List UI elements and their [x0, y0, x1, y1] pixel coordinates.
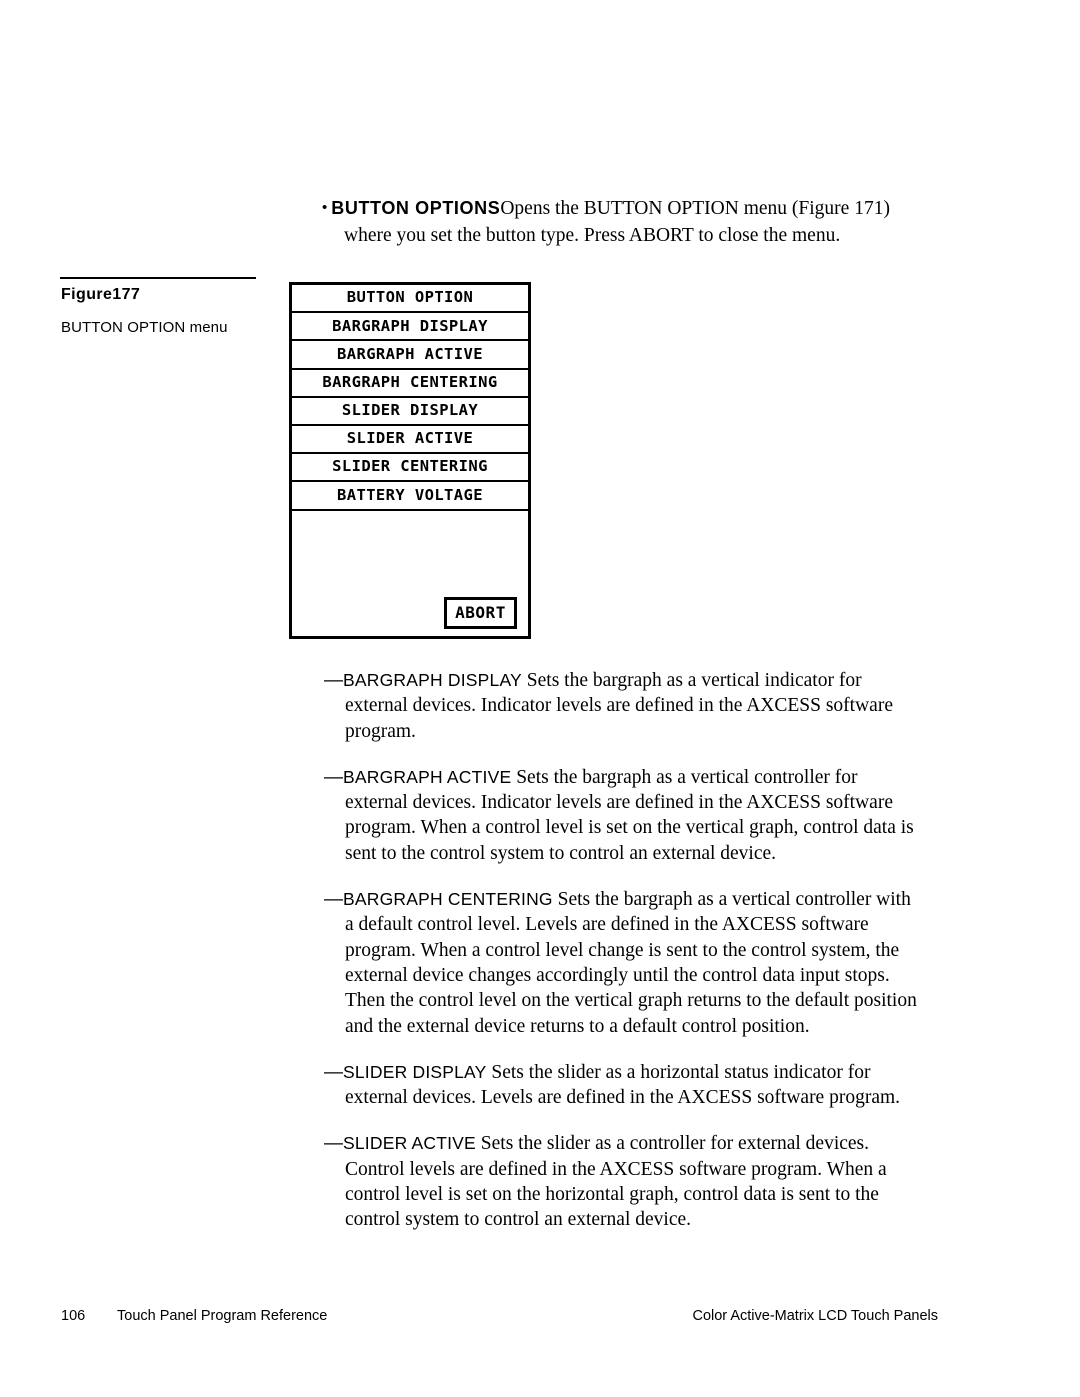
bullet-second-line: where you set the button type. Press ABO…	[344, 225, 841, 246]
definition-bargraph-active: —BARGRAPH ACTIVE Sets the bargraph as a …	[324, 765, 924, 866]
definition-list: —BARGRAPH DISPLAY Sets the bargraph as a…	[324, 668, 924, 1233]
definition-slider-display: —SLIDER DISPLAY Sets the slider as a hor…	[324, 1060, 924, 1111]
menu-item-bargraph-display[interactable]: BARGRAPH DISPLAY	[292, 313, 528, 342]
menu-item-label: SLIDER ACTIVE	[346, 429, 474, 448]
em-dash-icon: —	[324, 1133, 343, 1155]
button-options-bullet-paragraph: • BUTTON OPTIONSOpens the BUTTON OPTION m…	[322, 194, 922, 249]
definition-term: SLIDER ACTIVE	[343, 1133, 476, 1154]
em-dash-icon: —	[324, 1061, 343, 1083]
menu-item-label: BATTERY VOLTAGE	[337, 485, 483, 504]
menu-item-label: SLIDER CENTERING	[332, 457, 488, 476]
menu-item-slider-active[interactable]: SLIDER ACTIVE	[292, 426, 528, 455]
figure-number: Figure177	[61, 286, 141, 303]
menu-item-label: BARGRAPH CENTERING	[322, 372, 498, 391]
menu-item-slider-display[interactable]: SLIDER DISPLAY	[292, 398, 528, 426]
footer-page-number: 106	[61, 1308, 86, 1324]
footer-left-text: Touch Panel Program Reference	[117, 1308, 328, 1324]
definition-term: BARGRAPH ACTIVE	[343, 766, 512, 787]
menu-item-label: BUTTON OPTION	[346, 288, 474, 307]
footer-right-text: Color Active-Matrix LCD Touch Panels	[692, 1308, 938, 1324]
definition-bargraph-centering: —BARGRAPH CENTERING Sets the bargraph as…	[324, 887, 924, 1039]
button-option-menu-panel: BUTTON OPTION BARGRAPH DISPLAY BARGRAPH …	[289, 282, 531, 639]
abort-button-label: ABORT	[455, 603, 506, 622]
bullet-first-line: • BUTTON OPTIONSOpens the BUTTON OPTION m…	[322, 194, 922, 222]
menu-item-button-option[interactable]: BUTTON OPTION	[292, 285, 528, 314]
menu-item-bargraph-centering[interactable]: BARGRAPH CENTERING	[292, 370, 528, 398]
em-dash-icon: —	[324, 670, 343, 691]
em-dash-icon: —	[324, 889, 343, 911]
page-footer: 106 Touch Panel Program Reference Color …	[61, 1308, 938, 1324]
definition-term: BARGRAPH CENTERING	[343, 889, 553, 910]
em-dash-icon: —	[324, 766, 343, 788]
definition-slider-active: —SLIDER ACTIVE Sets the slider as a cont…	[324, 1131, 924, 1232]
definition-term: SLIDER DISPLAY	[343, 1061, 487, 1082]
menu-item-battery-voltage[interactable]: BATTERY VOLTAGE	[292, 482, 528, 511]
menu-item-list: BUTTON OPTION BARGRAPH DISPLAY BARGRAPH …	[292, 285, 528, 511]
bullet-first-line-text: Opens the BUTTON OPTION menu (Figure 171…	[500, 198, 890, 219]
menu-item-label: BARGRAPH ACTIVE	[337, 344, 483, 363]
menu-item-label: SLIDER DISPLAY	[341, 401, 479, 420]
figure-caption-rule	[60, 277, 256, 279]
figure-caption: BUTTON OPTION menu	[61, 319, 228, 336]
menu-item-slider-centering[interactable]: SLIDER CENTERING	[292, 454, 528, 483]
abort-button[interactable]: ABORT	[444, 597, 517, 629]
definition-term: BARGRAPH DISPLAY	[343, 670, 522, 690]
definition-text: Sets the bargraph as a vertical controll…	[345, 889, 917, 1037]
bullet-term-button-options: BUTTON OPTIONS	[331, 198, 501, 218]
menu-item-label: BARGRAPH DISPLAY	[332, 316, 488, 335]
menu-item-bargraph-active[interactable]: BARGRAPH ACTIVE	[292, 341, 528, 370]
definition-bargraph-display: —BARGRAPH DISPLAY Sets the bargraph as a…	[324, 668, 924, 744]
bullet-dot-icon: •	[322, 199, 328, 216]
